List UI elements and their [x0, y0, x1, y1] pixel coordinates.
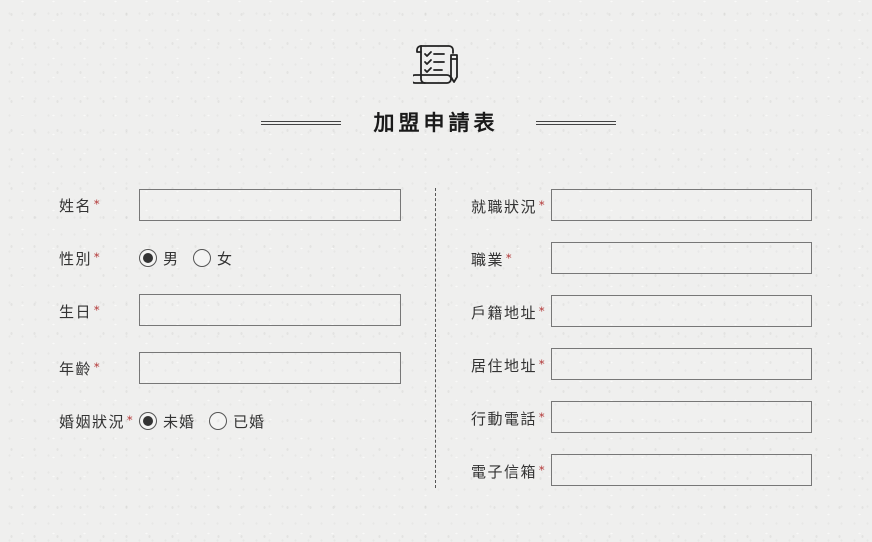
name-field-label-row: 姓名 * [59, 188, 100, 222]
marital-radio-single[interactable] [139, 412, 157, 430]
residential-address-input[interactable] [551, 348, 812, 380]
marital-status-label: 婚姻狀況 [59, 412, 126, 431]
checklist-scroll-icon [410, 43, 461, 87]
required-mark: * [506, 251, 512, 265]
age-label: 年齡 [59, 359, 93, 378]
required-mark: * [94, 360, 100, 374]
residential-address-label: 居住地址 [471, 356, 538, 375]
occupation-label-row: 職業 * [471, 242, 512, 276]
email-input[interactable] [551, 454, 812, 486]
radio-selected-dot [143, 253, 153, 263]
required-mark: * [539, 357, 545, 371]
marital-radio-group: 未婚 已婚 [139, 409, 265, 433]
birthday-label-row: 生日 * [59, 294, 100, 328]
email-label-row: 電子信箱 * [471, 454, 545, 488]
employment-status-input[interactable] [551, 189, 812, 221]
occupation-label: 職業 [471, 250, 505, 269]
name-input[interactable] [139, 189, 401, 221]
required-mark: * [539, 463, 545, 477]
gender-label: 性別 [59, 249, 93, 268]
title-ornament-right [536, 121, 616, 125]
age-input[interactable] [139, 352, 401, 384]
birthday-label: 生日 [59, 302, 93, 321]
gender-radio-male[interactable] [139, 249, 157, 267]
name-label: 姓名 [59, 196, 93, 215]
marital-option-married-label: 已婚 [233, 412, 266, 431]
marital-radio-married[interactable] [209, 412, 228, 430]
required-mark: * [539, 410, 545, 424]
mobile-phone-label: 行動電話 [471, 409, 538, 428]
required-mark: * [539, 304, 545, 318]
radio-selected-dot [143, 416, 153, 426]
gender-radio-female[interactable] [193, 249, 212, 267]
registered-address-label-row: 戶籍地址 * [471, 295, 545, 329]
email-label: 電子信箱 [471, 462, 538, 481]
employment-label-row: 就職狀況 * [471, 189, 545, 223]
gender-option-male-label: 男 [163, 249, 180, 268]
birthday-input[interactable] [139, 294, 401, 326]
required-mark: * [539, 198, 545, 212]
required-mark: * [94, 197, 100, 211]
title-ornament-left [261, 121, 341, 125]
employment-status-label: 就職狀況 [471, 197, 538, 216]
marital-option-single-label: 未婚 [163, 412, 196, 431]
required-mark: * [94, 250, 100, 264]
column-divider [435, 188, 436, 488]
page-title: 加盟申請表 [373, 111, 499, 135]
occupation-input[interactable] [551, 242, 812, 274]
gender-label-row: 性別 * [59, 241, 100, 275]
mobile-label-row: 行動電話 * [471, 401, 545, 435]
gender-option-female-label: 女 [217, 249, 234, 268]
residential-address-label-row: 居住地址 * [471, 348, 545, 382]
form-header: 加盟申請表 [0, 108, 872, 138]
mobile-phone-input[interactable] [551, 401, 812, 433]
gender-radio-group: 男 女 [139, 246, 233, 270]
registered-address-input[interactable] [551, 295, 812, 327]
required-mark: * [94, 303, 100, 317]
required-mark: * [127, 413, 133, 427]
age-label-row: 年齡 * [59, 351, 100, 385]
marital-label-row: 婚姻狀況 * [59, 404, 133, 438]
registered-address-label: 戶籍地址 [471, 303, 538, 322]
